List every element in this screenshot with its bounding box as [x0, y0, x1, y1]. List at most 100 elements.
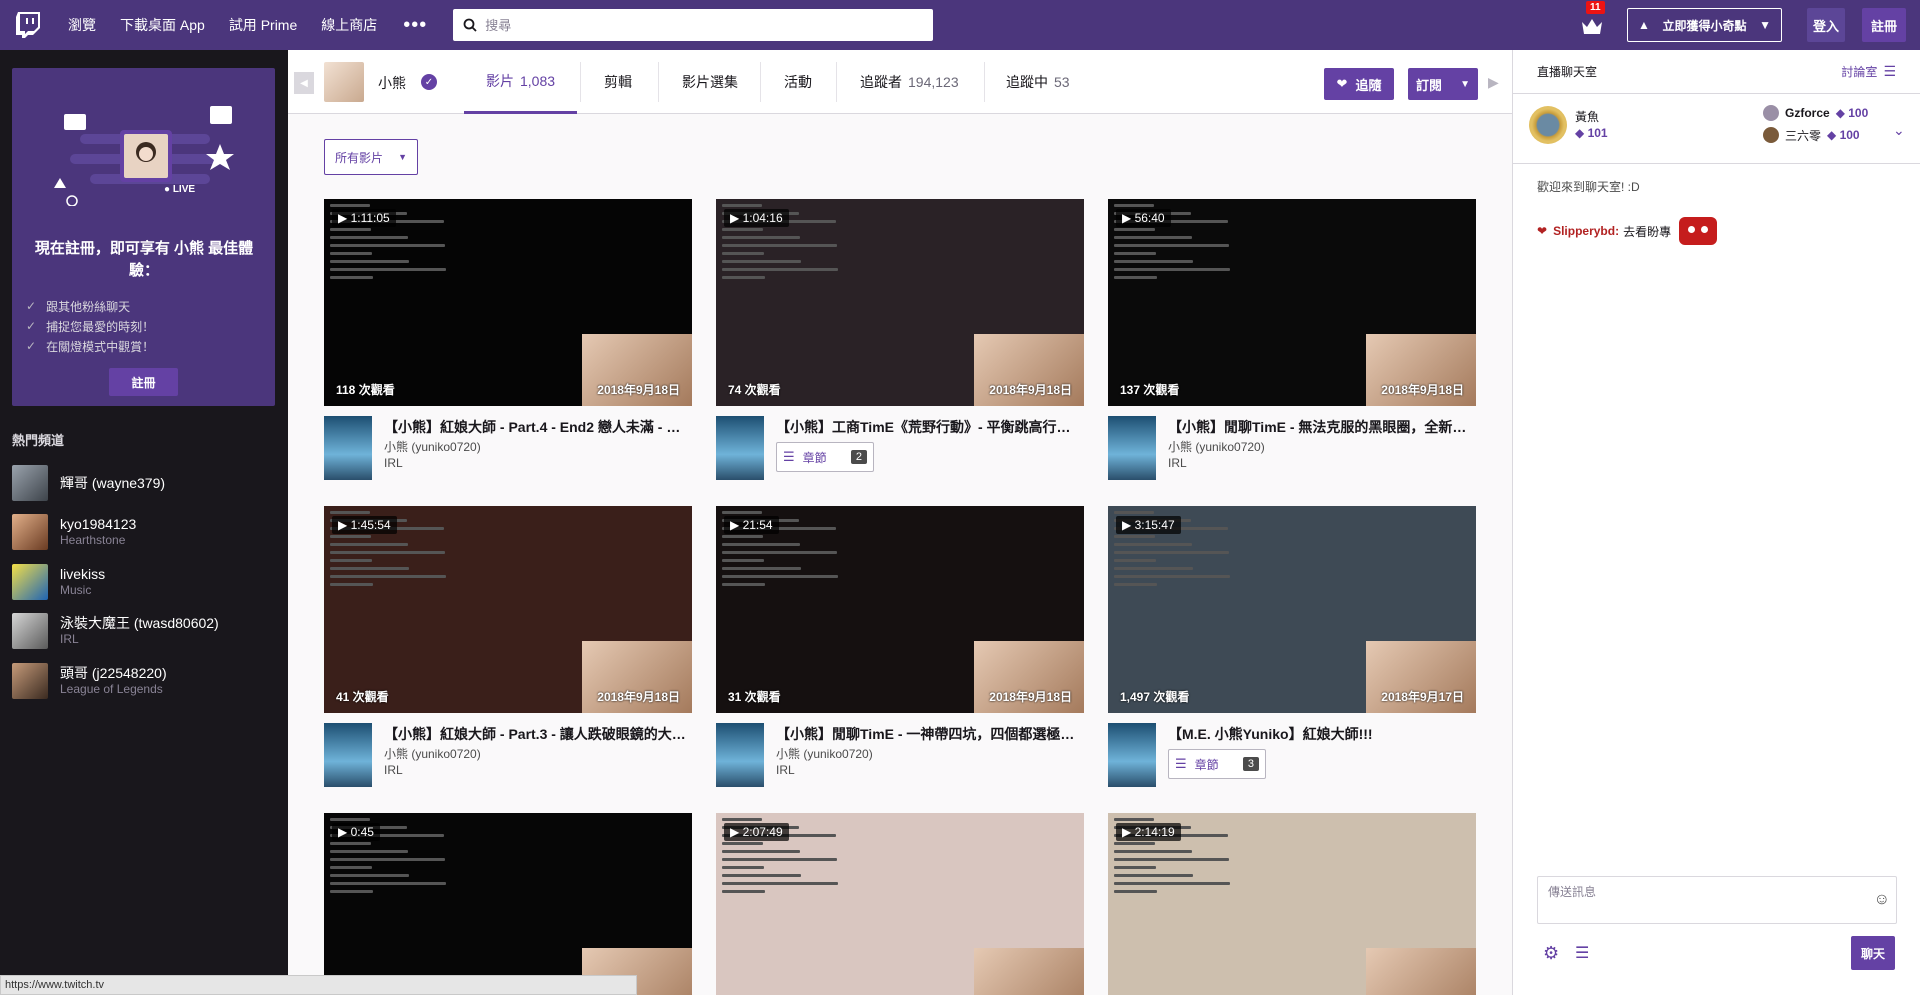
list-icon[interactable]: ☰: [1575, 943, 1589, 963]
video-thumbnail[interactable]: ▶ 1:11:05 118 次觀看 2018年9月18日: [324, 199, 692, 406]
nav-download-app[interactable]: 下載桌面 App: [108, 0, 217, 50]
login-button[interactable]: 登入: [1807, 8, 1845, 42]
video-thumbnail[interactable]: ▶ 3:15:47 1,497 次觀看 2018年9月17日: [1108, 506, 1476, 713]
tab-label: 剪輯: [604, 74, 632, 90]
subscribe-button[interactable]: 訂閱 ▼: [1408, 68, 1478, 100]
leader-row: 三六零 ◆ 100: [1763, 126, 1860, 144]
search-icon: [463, 18, 477, 32]
check-icon: ✓: [26, 319, 37, 333]
chevron-down-icon: ▼: [1460, 78, 1470, 90]
video-thumbnail[interactable]: ▶ 0:45: [324, 813, 692, 995]
avatar: [12, 564, 48, 600]
avatar: [12, 613, 48, 649]
video-card[interactable]: ▶ 0:45: [324, 813, 692, 995]
video-views: 137 次觀看: [1120, 383, 1180, 397]
sidebar-channel[interactable]: 頭哥 (j22548220) League of Legends: [12, 661, 282, 701]
bits-arrow-icon: ▲: [1638, 18, 1650, 32]
video-title[interactable]: 【小熊】紅娘大師 - Part.3 - 讓人跌破眼鏡的大結局: [384, 724, 692, 744]
nav-try-prime[interactable]: 試用 Prime: [217, 0, 309, 50]
chapters-button[interactable]: ☰ 章節 3: [1168, 749, 1266, 779]
video-title[interactable]: 【小熊】工商TimE《荒野行動》- 平衡跳高行動！: [776, 417, 1084, 437]
video-title[interactable]: 【小熊】閒聊TimE - 一神帶四坑，四個都選極限...: [776, 724, 1084, 744]
get-bits-button[interactable]: ▲ 立即獲得小奇點 ▼: [1627, 8, 1782, 42]
more-menu-icon[interactable]: •••: [389, 14, 441, 37]
game-boxart[interactable]: [1108, 723, 1156, 787]
sidebar-channel[interactable]: livekiss Music: [12, 562, 282, 602]
video-author[interactable]: 小熊 (yuniko0720): [384, 745, 481, 762]
tab-videos[interactable]: 影片 1,083: [464, 50, 578, 114]
tab-collections[interactable]: 影片選集: [682, 50, 738, 114]
collapse-sidebar-button[interactable]: ◀: [294, 72, 314, 94]
game-boxart[interactable]: [716, 416, 764, 480]
video-card[interactable]: ▶ 1:11:05 118 次觀看 2018年9月18日【小熊】紅娘大師 - Par…: [324, 199, 692, 486]
video-author[interactable]: 小熊 (yuniko0720): [384, 438, 481, 455]
left-sidebar: ● LIVE 現在註冊，即可享有 小熊 最佳體驗： ✓ 跟其他粉絲聊天 ✓ 捕捉您最…: [0, 50, 288, 995]
chat-username[interactable]: Slipperybd:: [1553, 224, 1619, 238]
video-card[interactable]: ▶ 2:14:19: [1108, 813, 1476, 995]
video-title[interactable]: 【小熊】紅娘大師 - Part.4 - End2 戀人未滿 - 學妹也是...: [384, 417, 692, 437]
video-card[interactable]: ▶ 2:07:49: [716, 813, 1084, 995]
follow-button[interactable]: ❤ 追隨: [1324, 68, 1394, 100]
video-card[interactable]: ▶ 21:54 31 次觀看 2018年9月18日【小熊】閒聊TimE - 一神帶四…: [716, 506, 1084, 793]
sidebar-channel[interactable]: 泳裝大魔王 (twasd80602) IRL: [12, 611, 282, 651]
nav-shop[interactable]: 線上商店: [309, 0, 389, 50]
video-title[interactable]: 【小熊】閒聊TimE - 無法克服的黑眼圈，全新的...: [1168, 417, 1476, 437]
video-card[interactable]: ▶ 3:15:47 1,497 次觀看 2018年9月17日【M.E. 小熊Yuni…: [1108, 506, 1476, 793]
emoji-icon[interactable]: ☺: [1874, 891, 1890, 909]
chat-room-selector[interactable]: 討論室 ☰: [1841, 63, 1896, 80]
game-boxart[interactable]: [716, 723, 764, 787]
video-author[interactable]: 小熊 (yuniko0720): [1168, 438, 1265, 455]
thumb-chat-line: [722, 850, 800, 853]
thumb-chat-line: [1114, 236, 1192, 239]
video-thumbnail[interactable]: ▶ 1:04:16 74 次觀看 2018年9月18日: [716, 199, 1084, 406]
thumb-chat-line: [1114, 559, 1156, 562]
video-card[interactable]: ▶ 56:40 137 次觀看 2018年9月18日 【小熊】閒聊TimE - 無法克…: [1108, 199, 1476, 486]
chat-input[interactable]: [1548, 885, 1848, 899]
search-input[interactable]: [485, 17, 906, 33]
nav-browse[interactable]: 瀏覽: [56, 0, 108, 50]
video-game[interactable]: IRL: [384, 456, 403, 470]
chevron-down-icon[interactable]: ⌄: [1893, 122, 1905, 139]
chevron-right-icon[interactable]: ▶: [1488, 74, 1499, 91]
avatar: [12, 514, 48, 550]
tab-clips[interactable]: 剪輯: [604, 50, 632, 114]
thumb-webcam: [1366, 948, 1476, 995]
video-thumbnail[interactable]: ▶ 1:45:54 41 次觀看 2018年9月18日: [324, 506, 692, 713]
video-thumbnail[interactable]: ▶ 21:54 31 次觀看 2018年9月18日: [716, 506, 1084, 713]
video-game[interactable]: IRL: [1168, 456, 1187, 470]
game-boxart[interactable]: [324, 723, 372, 787]
video-author[interactable]: 小熊 (yuniko0720): [776, 745, 873, 762]
video-filter-select[interactable]: 所有影片 ▼: [324, 139, 418, 175]
video-thumbnail[interactable]: ▶ 56:40 137 次觀看 2018年9月18日: [1108, 199, 1476, 406]
video-game[interactable]: IRL: [384, 763, 403, 777]
video-card[interactable]: ▶ 1:04:16 74 次觀看 2018年9月18日【小熊】工商TimE《荒野行動…: [716, 199, 1084, 486]
channel-avatar[interactable]: [324, 62, 364, 102]
tab-events[interactable]: 活動: [784, 50, 812, 114]
duration-value: 21:54: [742, 518, 773, 532]
gear-icon[interactable]: ⚙: [1543, 943, 1559, 964]
promo-signup-button[interactable]: 註冊: [109, 368, 178, 396]
avatar[interactable]: [1529, 106, 1567, 144]
video-game[interactable]: IRL: [776, 763, 795, 777]
video-duration: ▶ 56:40: [1116, 209, 1171, 227]
tab-following[interactable]: 追蹤中 53: [1006, 50, 1070, 114]
video-thumbnail[interactable]: ▶ 2:07:49: [716, 813, 1084, 995]
thumb-chat-line: [330, 268, 446, 271]
video-title[interactable]: 【M.E. 小熊Yuniko】紅娘大師!!!: [1168, 724, 1476, 744]
game-boxart[interactable]: [1108, 416, 1156, 480]
signup-button[interactable]: 註冊: [1862, 8, 1906, 42]
video-card[interactable]: ▶ 1:45:54 41 次觀看 2018年9月18日【小熊】紅娘大師 - Part…: [324, 506, 692, 793]
game-boxart[interactable]: [324, 416, 372, 480]
live-text: LIVE: [172, 184, 196, 195]
channel-name[interactable]: 小熊: [378, 73, 406, 93]
tab-followers[interactable]: 追蹤者 194,123: [860, 50, 959, 114]
leader-bits-value: 100: [1848, 106, 1869, 120]
chapters-button[interactable]: ☰ 章節 2: [776, 442, 874, 472]
video-duration: ▶ 1:04:16: [724, 209, 789, 227]
chat-send-button[interactable]: 聊天: [1851, 936, 1895, 970]
twitch-logo-icon[interactable]: [0, 0, 56, 50]
sidebar-channel[interactable]: 輝哥 (wayne379): [12, 463, 282, 503]
crown-icon[interactable]: [1580, 10, 1610, 40]
sidebar-channel[interactable]: kyo1984123 Hearthstone: [12, 512, 282, 552]
video-thumbnail[interactable]: ▶ 2:14:19: [1108, 813, 1476, 995]
